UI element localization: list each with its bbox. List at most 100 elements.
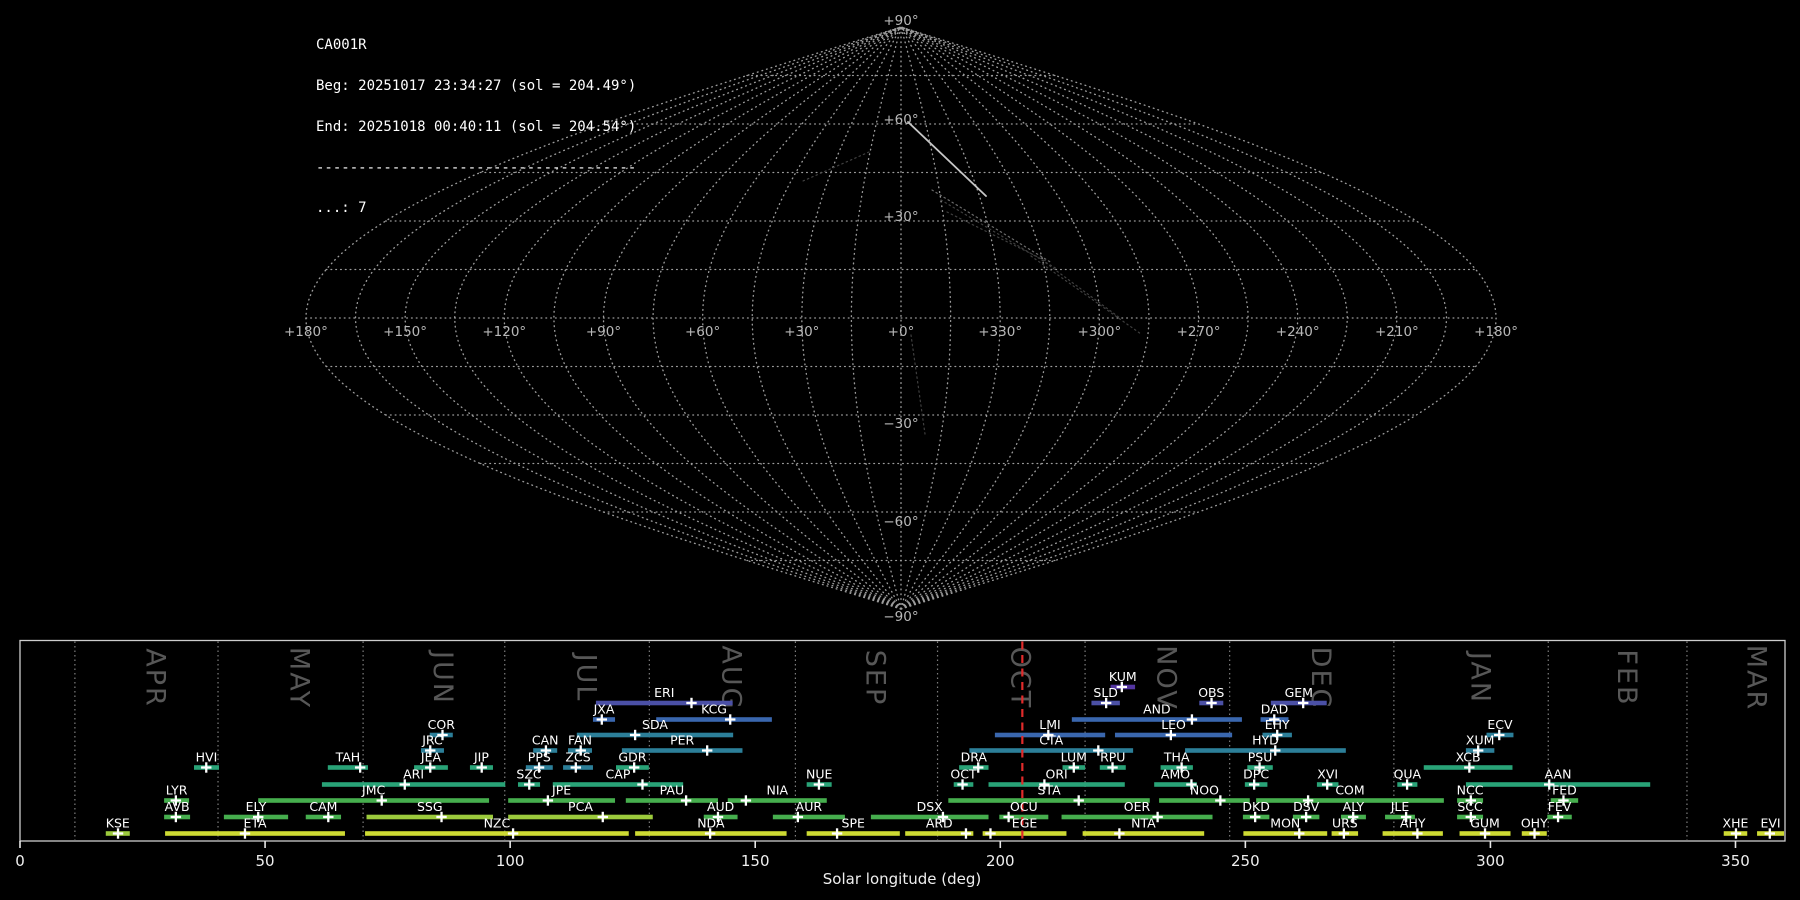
- shower-label-NDA: NDA: [697, 816, 725, 831]
- shower-label-FEV: FEV: [1548, 799, 1572, 814]
- shower-bar-STA: [948, 798, 1149, 803]
- month-label: JAN: [1464, 650, 1495, 704]
- month-label: SEP: [859, 650, 890, 706]
- x-tick-label: 150: [741, 852, 770, 870]
- shower-label-STA: STA: [1037, 783, 1061, 798]
- shower-label-LYR: LYR: [166, 783, 188, 798]
- shower-label-SSG: SSG: [417, 799, 443, 814]
- map-latitude-label: +90°: [883, 13, 918, 29]
- shower-label-PER: PER: [670, 733, 694, 748]
- shower-label-RPU: RPU: [1100, 750, 1125, 765]
- map-latitude-label: −30°: [883, 416, 918, 432]
- begin-time: Beg: 20251017 23:34:27 (sol = 204.49°): [316, 80, 636, 94]
- shower-label-NIA: NIA: [766, 783, 788, 798]
- shower-label-ECV: ECV: [1487, 717, 1513, 732]
- shower-bar-ETA: [165, 831, 345, 836]
- month-label: JUN: [427, 649, 458, 705]
- shower-label-SLD: SLD: [1093, 685, 1118, 700]
- shower-label-EGE: EGE: [1012, 816, 1038, 831]
- station-id: CA001R: [316, 39, 636, 53]
- shower-label-KUM: KUM: [1109, 669, 1137, 684]
- map-longitude-label: +180°: [284, 324, 328, 340]
- meteor-trail: [1031, 256, 1141, 334]
- shower-label-XCB: XCB: [1456, 750, 1481, 765]
- map-meridian: [703, 27, 901, 609]
- map-longitude-label: +60°: [685, 324, 720, 340]
- shower-label-OBS: OBS: [1198, 685, 1224, 700]
- shower-label-PAU: PAU: [660, 783, 684, 798]
- month-label: APR: [139, 648, 170, 708]
- shower-label-MON: MON: [1270, 816, 1300, 831]
- meteor-trail: [941, 200, 1057, 269]
- shower-bar-SDA: [577, 733, 733, 738]
- shower-label-COM: COM: [1335, 783, 1364, 798]
- shower-label-ERI: ERI: [654, 685, 674, 700]
- shower-label-ALY: ALY: [1343, 799, 1365, 814]
- shower-label-NUE: NUE: [806, 767, 832, 782]
- shower-label-AUD: AUD: [707, 799, 734, 814]
- meteor-trail: [908, 122, 986, 196]
- end-time: End: 20251018 00:40:11 (sol = 204.54°): [316, 121, 636, 135]
- shower-label-AAN: AAN: [1545, 767, 1572, 782]
- map-longitude-label: +180°: [1474, 324, 1518, 340]
- meteor-trail: [947, 212, 1046, 261]
- shower-label-DRA: DRA: [961, 750, 988, 765]
- x-axis-title: Solar longitude (deg): [823, 870, 981, 888]
- shower-label-THA: THA: [1163, 750, 1190, 765]
- header-separator: --------------------------------------: [316, 162, 636, 176]
- shower-bar-SSG: [367, 815, 493, 820]
- shower-label-AUR: AUR: [796, 799, 823, 814]
- shower-label-JMC: JMC: [361, 783, 385, 798]
- shower-label-KSE: KSE: [106, 816, 130, 831]
- shower-bar-ARI: [322, 782, 505, 787]
- shower-label-XUM: XUM: [1466, 733, 1495, 748]
- shower-label-JLE: JLE: [1390, 799, 1410, 814]
- shower-label-LMI: LMI: [1039, 717, 1060, 732]
- shower-label-JXA: JXA: [593, 702, 615, 717]
- meteor-station-screen: +90°+60°+30°−30°−60°−90°+180°+150°+120°+…: [0, 0, 1800, 900]
- map-latitude-label: +60°: [883, 112, 918, 128]
- shower-bar-JPE: [508, 798, 615, 803]
- shower-label-KCG: KCG: [701, 702, 727, 717]
- shower-label-ORI: ORI: [1046, 767, 1068, 782]
- shower-label-CAN: CAN: [532, 733, 559, 748]
- shower-label-LEO: LEO: [1161, 717, 1186, 732]
- shower-label-XVI: XVI: [1317, 767, 1338, 782]
- shower-label-SCC: SCC: [1457, 799, 1483, 814]
- map-longitude-label: +300°: [1077, 324, 1121, 340]
- shower-label-OCT: OCT: [950, 767, 977, 782]
- shower-label-LUM: LUM: [1061, 750, 1087, 765]
- shower-label-TAH: TAH: [335, 750, 361, 765]
- meteor-count: ...: 7: [316, 202, 636, 216]
- shower-label-JEA: JEA: [420, 750, 442, 765]
- shower-label-URS: URS: [1332, 816, 1358, 831]
- shower-label-EHY: EHY: [1265, 717, 1290, 732]
- shower-label-OER: OER: [1124, 799, 1151, 814]
- shower-label-ETA: ETA: [243, 816, 267, 831]
- shower-label-PCA: PCA: [568, 799, 593, 814]
- shower-bar-NTA: [1083, 831, 1205, 836]
- x-tick-label: 0: [15, 852, 25, 870]
- meteor-trail: [932, 190, 1052, 263]
- map-longitude-label: +90°: [586, 324, 621, 340]
- shower-label-FAN: FAN: [568, 733, 592, 748]
- shower-label-GUM: GUM: [1470, 816, 1500, 831]
- shower-label-OHY: OHY: [1521, 816, 1548, 831]
- shower-label-FED: FED: [1552, 783, 1577, 798]
- map-meridian: [752, 27, 901, 609]
- map-latitude-label: −60°: [883, 514, 918, 530]
- shower-bar-AUR: [773, 815, 845, 820]
- map-longitude-label: +330°: [978, 324, 1022, 340]
- shower-label-JIP: JIP: [473, 750, 489, 765]
- shower-label-GDR: GDR: [618, 750, 646, 765]
- map-longitude-label: +150°: [383, 324, 427, 340]
- shower-label-QUA: QUA: [1394, 767, 1422, 782]
- map-longitude-label: +0°: [888, 324, 915, 340]
- x-tick-label: 250: [1231, 852, 1260, 870]
- shower-label-AHY: AHY: [1400, 816, 1426, 831]
- meteor-trail: [1042, 260, 1120, 318]
- shower-label-DAD: DAD: [1261, 702, 1289, 717]
- shower-bar-SPE: [807, 831, 900, 836]
- shower-label-CTA: CTA: [1039, 733, 1063, 748]
- map-latitude-label: −90°: [883, 609, 918, 625]
